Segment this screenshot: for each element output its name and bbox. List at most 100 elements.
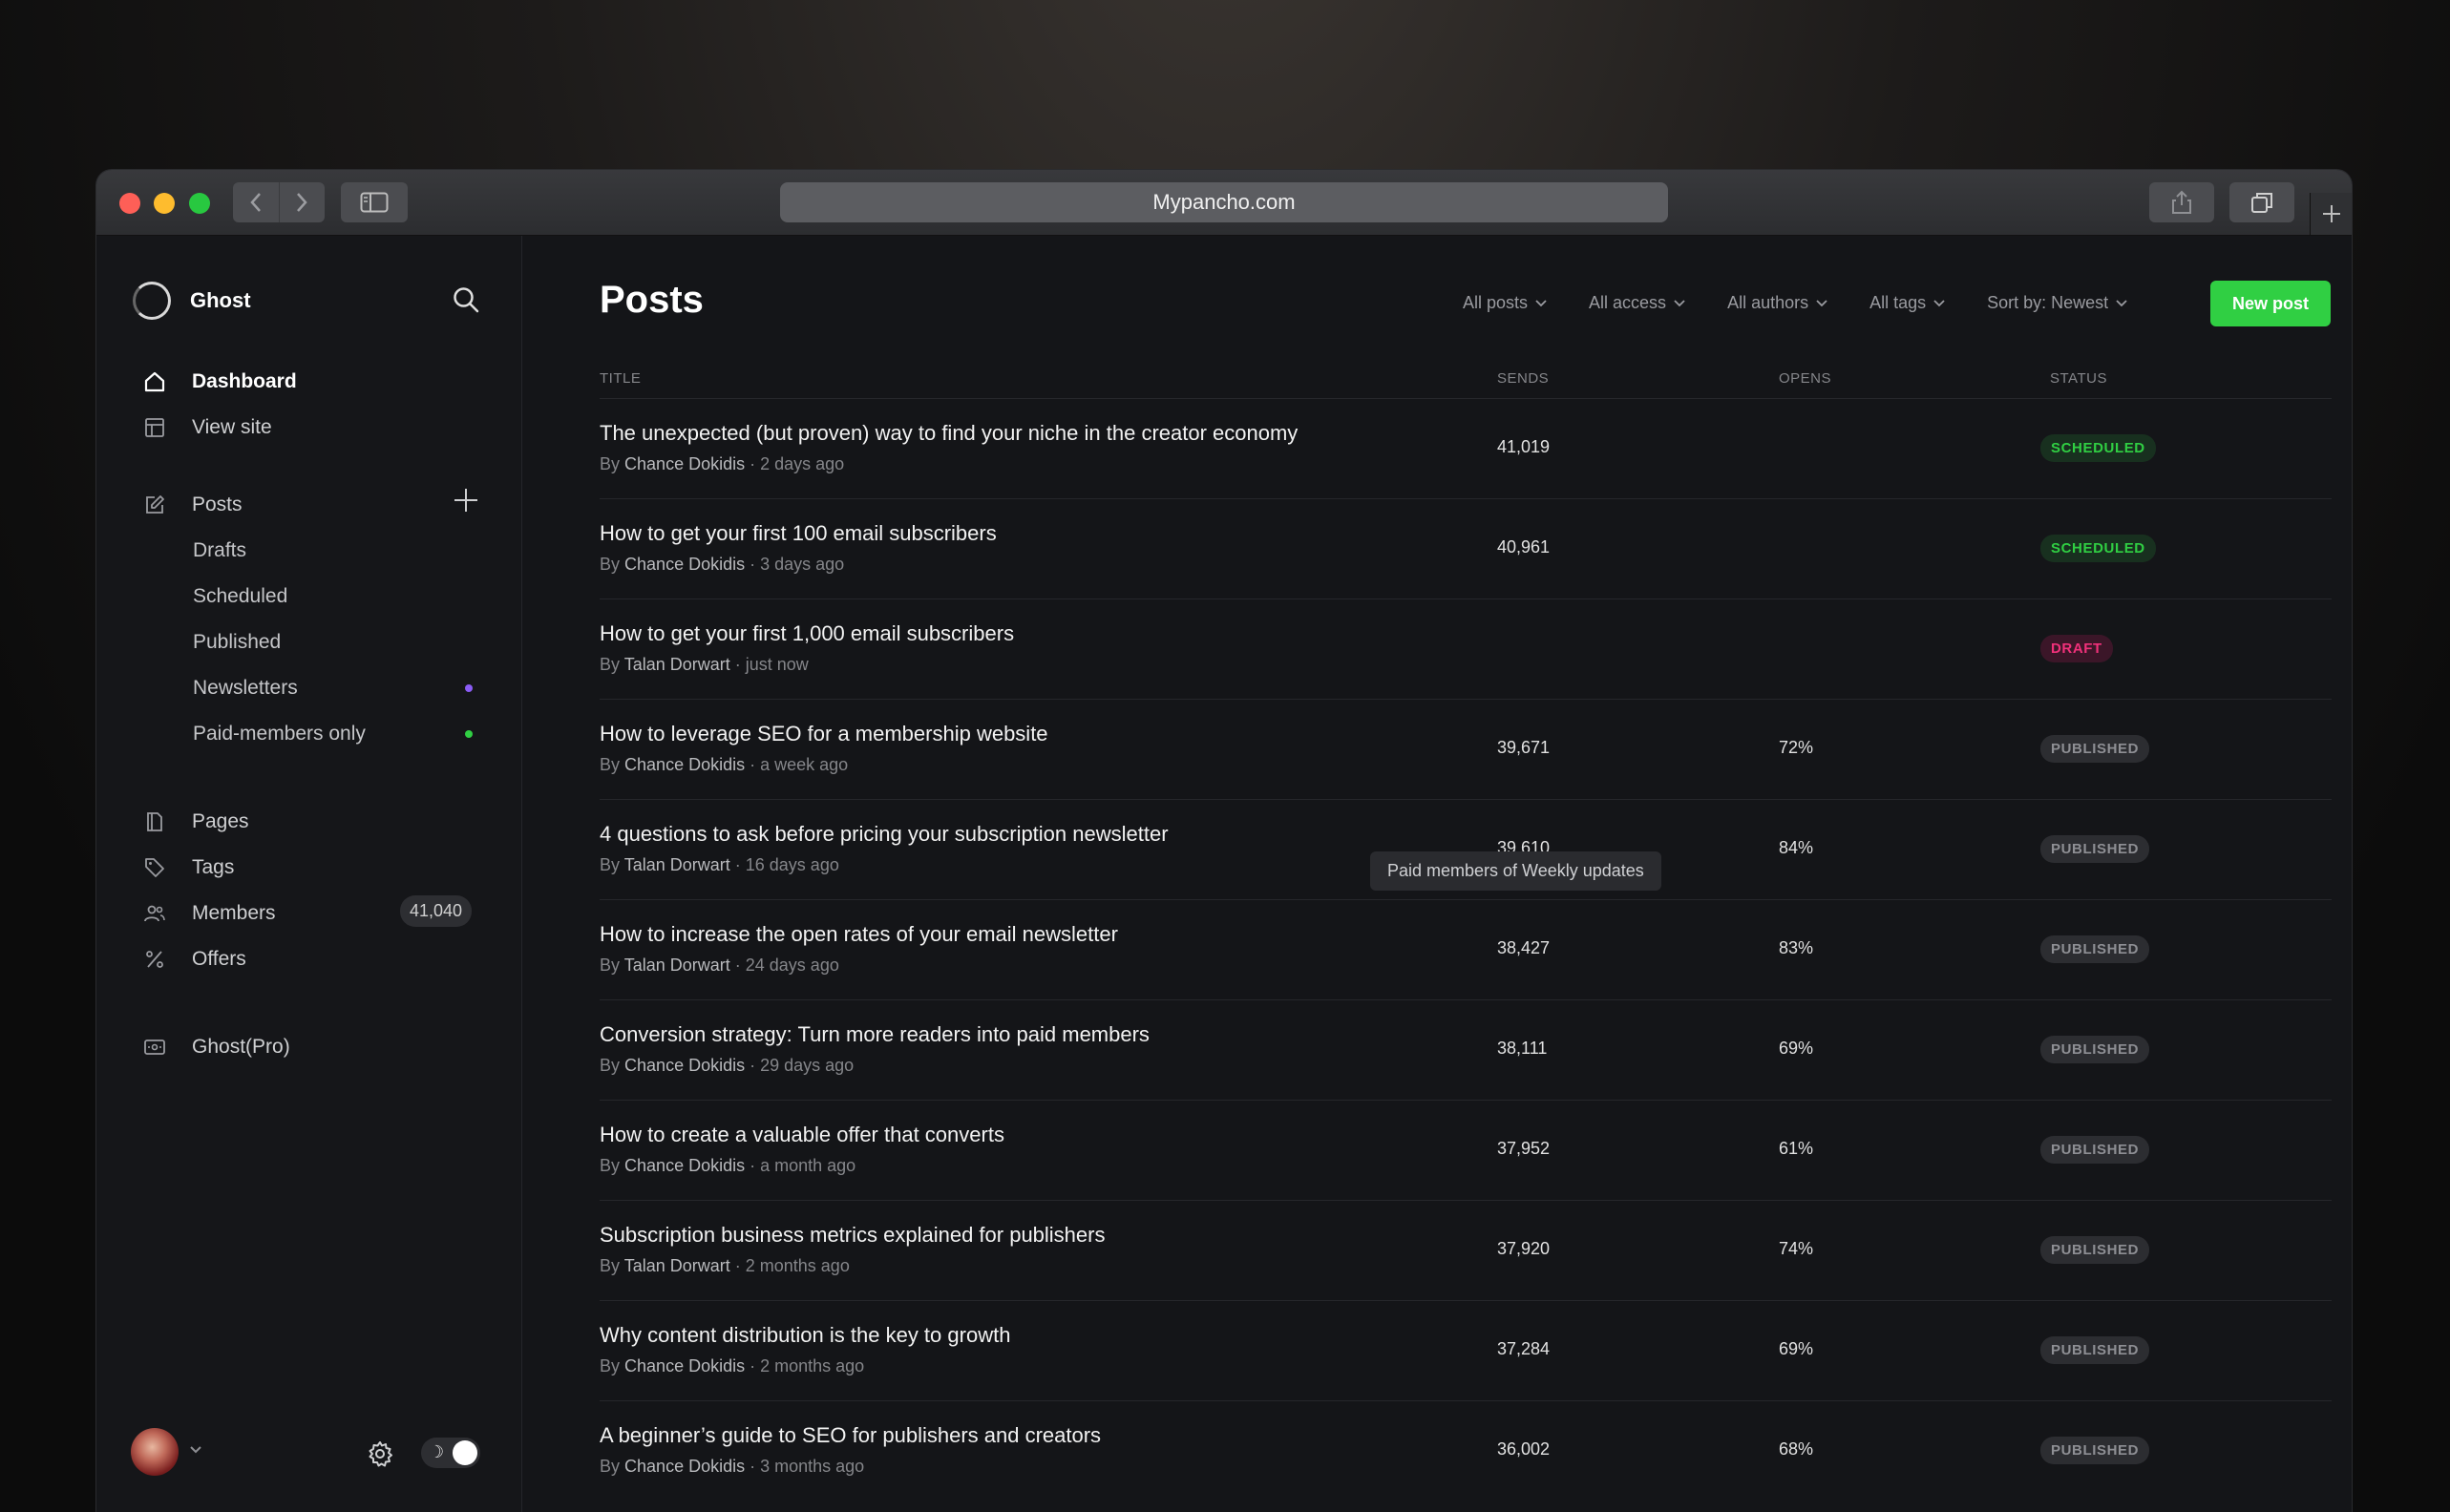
sidebar-item-label: Scheduled [193, 585, 288, 607]
post-by: By [600, 1056, 621, 1075]
table-row[interactable]: How to create a valuable offer that conv… [600, 1100, 2332, 1200]
post-time: · 16 days ago [734, 855, 839, 874]
address-bar[interactable]: Mypancho.com [780, 182, 1668, 222]
percent-icon [142, 947, 167, 972]
table-row[interactable]: Why content distribution is the key to g… [600, 1300, 2332, 1400]
post-title[interactable]: A beginner’s guide to SEO for publishers… [600, 1423, 1101, 1448]
pages-icon [142, 809, 167, 834]
zoom-window-button[interactable] [189, 193, 210, 214]
post-title[interactable]: Why content distribution is the key to g… [600, 1323, 1010, 1348]
share-button[interactable] [2149, 182, 2214, 222]
sidebar-item-pages[interactable]: Pages [142, 806, 249, 838]
history-nav [233, 182, 325, 222]
table-row[interactable]: How to leverage SEO for a membership web… [600, 699, 2332, 799]
filter-all-tags[interactable]: All tags [1869, 293, 1945, 313]
forward-button[interactable] [278, 182, 326, 222]
post-meta: By Talan Dorwart · 16 days ago [600, 855, 839, 875]
column-header-status[interactable]: STATUS [2050, 370, 2107, 387]
sidebar-item-ghost-pro[interactable]: Ghost(Pro) [142, 1031, 290, 1063]
post-time: · 2 days ago [750, 454, 845, 473]
paid-members-status-dot [465, 730, 473, 738]
post-sends: 40,961 [1497, 537, 1551, 556]
post-title[interactable]: How to increase the open rates of your e… [600, 922, 1118, 947]
filter-label: All posts [1463, 293, 1529, 312]
post-title[interactable]: Conversion strategy: Turn more readers i… [600, 1022, 1150, 1047]
table-row[interactable]: Subscription business metrics explained … [600, 1200, 2332, 1300]
filter-all-authors[interactable]: All authors [1727, 293, 1827, 313]
chevron-down-icon[interactable] [188, 1443, 203, 1460]
post-author: Talan Dorwart [623, 1256, 730, 1275]
sidebar-item-label: Pages [192, 810, 249, 832]
access-tooltip: Paid members of Weekly updates [1370, 851, 1661, 891]
post-sends: 37,952 [1497, 1139, 1551, 1158]
sidebar-item-newsletters[interactable]: Newsletters [193, 672, 298, 704]
post-title[interactable]: 4 questions to ask before pricing your s… [600, 822, 1169, 847]
sidebar-item-view-site[interactable]: View site [142, 411, 272, 444]
sort-select[interactable]: Sort by: Newest [1987, 293, 2127, 313]
post-title[interactable]: How to get your first 1,000 email subscr… [600, 621, 1014, 646]
sidebar-footer: ☽ [131, 1428, 483, 1478]
post-meta: By Chance Dokidis · 2 days ago [600, 454, 844, 474]
status-badge: SCHEDULED [2040, 535, 2156, 562]
sidebar-item-label: Members [192, 902, 276, 924]
post-title[interactable]: How to get your first 100 email subscrib… [600, 521, 997, 546]
plus-icon [454, 489, 477, 512]
new-post-plus-button[interactable] [453, 487, 479, 518]
post-title[interactable]: How to create a valuable offer that conv… [600, 1123, 1004, 1147]
table-row[interactable]: The unexpected (but proven) way to find … [600, 398, 2332, 498]
credit-card-icon [142, 1035, 167, 1060]
table-row[interactable]: How to get your first 1,000 email subscr… [600, 598, 2332, 699]
brand[interactable]: Ghost [133, 282, 251, 320]
avatar[interactable] [131, 1428, 179, 1476]
post-meta: By Talan Dorwart · 24 days ago [600, 956, 839, 976]
sidebar-item-members[interactable]: Members 41,040 [142, 895, 486, 930]
chevron-down-icon [1816, 299, 1827, 306]
status-badge: PUBLISHED [2040, 1036, 2150, 1063]
sidebar-item-drafts[interactable]: Drafts [193, 535, 246, 567]
filter-bar: All posts All access All authors All tag… [1463, 293, 2169, 313]
sidebar-item-paid-members-only[interactable]: Paid-members only [193, 718, 366, 750]
filter-all-posts[interactable]: All posts [1463, 293, 1547, 313]
post-title[interactable]: The unexpected (but proven) way to find … [600, 421, 1298, 446]
status-badge: PUBLISHED [2040, 1136, 2150, 1164]
post-author: Chance Dokidis [624, 1457, 746, 1476]
sidebar-item-tags[interactable]: Tags [142, 851, 234, 884]
gear-icon[interactable] [366, 1439, 394, 1473]
minimize-window-button[interactable] [154, 193, 175, 214]
page-title: Posts [600, 279, 704, 321]
post-title[interactable]: Subscription business metrics explained … [600, 1223, 1105, 1248]
new-tab-button[interactable] [2310, 193, 2352, 235]
column-header-sends[interactable]: SENDS [1497, 370, 1549, 387]
post-opens: 84% [1779, 838, 1814, 857]
column-header-title[interactable]: TITLE [600, 370, 641, 387]
table-row[interactable]: A beginner’s guide to SEO for publishers… [600, 1400, 2332, 1501]
post-author: Chance Dokidis [624, 1156, 746, 1175]
post-by: By [600, 1256, 621, 1275]
brand-name: Ghost [190, 288, 251, 312]
column-header-opens[interactable]: OPENS [1779, 370, 1831, 387]
search-icon[interactable] [452, 285, 480, 319]
filter-all-access[interactable]: All access [1589, 293, 1685, 313]
post-time: · 24 days ago [734, 956, 839, 975]
post-meta: By Chance Dokidis · 29 days ago [600, 1056, 854, 1076]
post-title[interactable]: How to leverage SEO for a membership web… [600, 722, 1048, 746]
sidebar-item-posts[interactable]: Posts [142, 489, 243, 521]
sidebar-item-published[interactable]: Published [193, 626, 281, 659]
close-window-button[interactable] [119, 193, 140, 214]
post-by: By [600, 855, 621, 874]
tag-icon [142, 855, 167, 880]
sidebar-item-dashboard[interactable]: Dashboard [142, 366, 297, 398]
back-button[interactable] [233, 182, 279, 222]
home-icon [142, 369, 167, 394]
table-row[interactable]: Conversion strategy: Turn more readers i… [600, 999, 2332, 1100]
sidebar-toggle-button[interactable] [341, 182, 408, 222]
sidebar-item-label: Dashboard [192, 370, 297, 392]
new-post-button[interactable]: New post [2210, 281, 2331, 326]
table-row[interactable]: How to increase the open rates of your e… [600, 899, 2332, 999]
sidebar-item-offers[interactable]: Offers [142, 943, 246, 976]
dark-mode-toggle[interactable]: ☽ [421, 1438, 480, 1468]
sidebar-item-scheduled[interactable]: Scheduled [193, 580, 287, 613]
tab-overview-button[interactable] [2229, 182, 2294, 222]
table-row[interactable]: How to get your first 100 email subscrib… [600, 498, 2332, 598]
post-meta: By Chance Dokidis · 3 months ago [600, 1457, 864, 1477]
